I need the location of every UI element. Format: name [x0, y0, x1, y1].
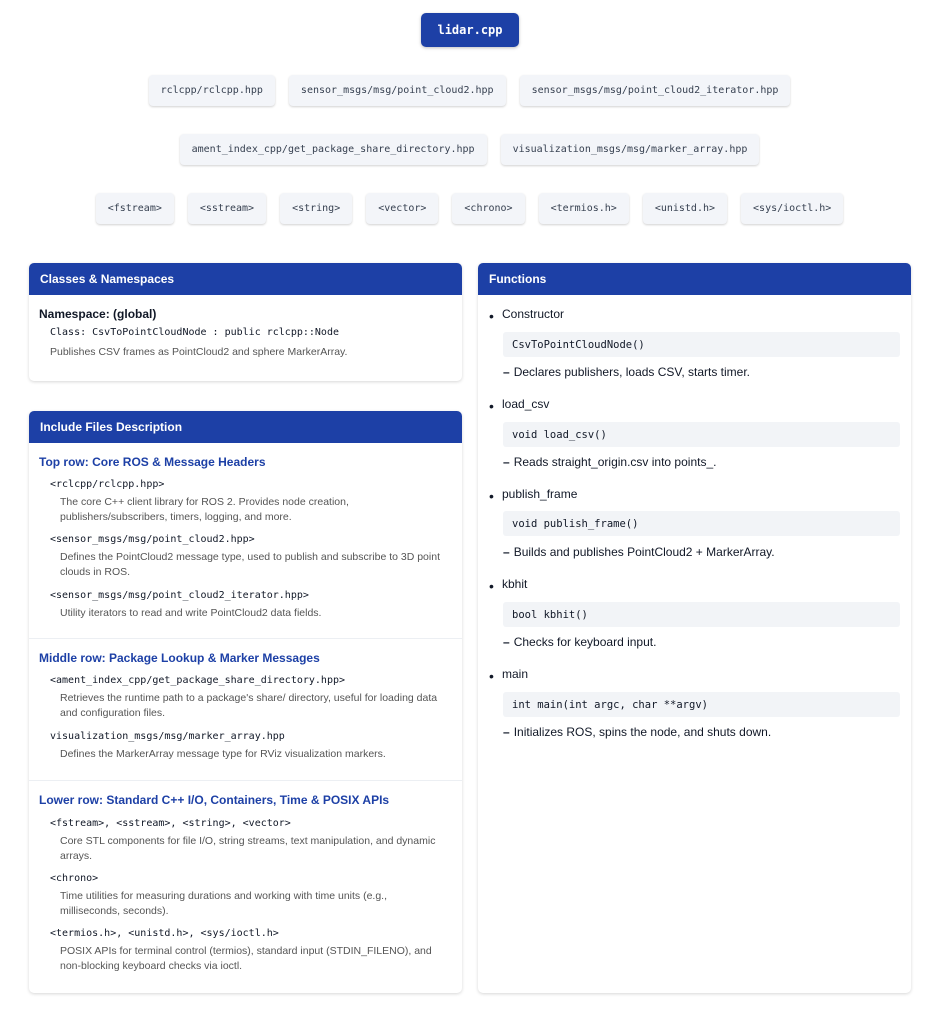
include-name: <sensor_msgs/msg/point_cloud2.hpp> [50, 534, 255, 545]
function-signature[interactable]: int main(int argc, char **argv) [503, 692, 900, 717]
include-pill[interactable]: sensor_msgs/msg/point_cloud2.hpp [288, 75, 506, 106]
section-title: Middle row: Package Lookup & Marker Mess… [39, 651, 320, 665]
include-name: visualization_msgs/msg/marker_array.hpp [50, 731, 285, 742]
include-name: <chrono> [50, 873, 99, 884]
dash-icon: – [503, 455, 510, 469]
function-name: main [502, 667, 529, 681]
include-name: <fstream>, <sstream>, <string>, <vector> [50, 818, 291, 829]
dash-icon: – [503, 725, 510, 739]
dash-icon: – [503, 635, 510, 649]
function-description: – Declares publishers, loads CSV, starts … [503, 365, 750, 379]
include-pill[interactable]: sensor_msgs/msg/point_cloud2_iterator.hp… [519, 75, 791, 106]
include-description: Time utilities for measuring durations a… [60, 890, 387, 917]
includes-panel: Include Files Description Top row: Core … [29, 411, 462, 993]
function-description-text: Initializes ROS, spins the node, and shu… [513, 725, 772, 739]
function-description: – Checks for keyboard input. [503, 635, 656, 649]
function-description: – Reads straight_origin.csv into points_. [503, 455, 716, 469]
include-description: Utility iterators to read and write Poin… [60, 607, 322, 619]
function-description: – Initializes ROS, spins the node, and sh… [503, 725, 771, 739]
bullet-icon: • [489, 668, 494, 684]
functions-panel: Functions • Constructor CsvToPointCloudN… [478, 263, 911, 993]
function-name: load_csv [502, 397, 550, 411]
include-description: The core C++ client library for ROS 2. P… [60, 496, 349, 523]
section-title: Lower row: Standard C++ I/O, Containers,… [39, 793, 390, 807]
function-signature[interactable]: void publish_frame() [503, 511, 900, 536]
dash-icon: – [503, 365, 510, 379]
include-row-middle: ament_index_cpp/get_package_share_direct… [0, 134, 939, 165]
include-name: <sensor_msgs/msg/point_cloud2_iterator.h… [50, 590, 309, 601]
include-name: <termios.h>, <unistd.h>, <sys/ioctl.h> [50, 928, 279, 939]
classes-panel-title: Classes & Namespaces [29, 263, 462, 295]
include-row-lower: <fstream> <sstream> <string> <vector> <c… [0, 193, 939, 224]
include-name: <rclcpp/rclcpp.hpp> [50, 479, 165, 490]
bullet-icon: • [489, 578, 494, 594]
include-pill[interactable]: <sstream> [187, 193, 267, 224]
include-pill[interactable]: visualization_msgs/msg/marker_array.hpp [500, 134, 760, 165]
include-pill[interactable]: rclcpp/rclcpp.hpp [148, 75, 275, 106]
include-section-middle: Middle row: Package Lookup & Marker Mess… [29, 638, 462, 780]
function-description: – Builds and publishes PointCloud2 + Mark… [503, 545, 775, 559]
function-signature[interactable]: void load_csv() [503, 422, 900, 447]
include-description: Defines the MarkerArray message type for… [60, 748, 386, 760]
include-pill[interactable]: ament_index_cpp/get_package_share_direct… [179, 134, 487, 165]
include-pill[interactable]: <vector> [366, 193, 439, 224]
include-description: Retrieves the runtime path to a package'… [60, 692, 438, 719]
function-name: Constructor [502, 307, 565, 321]
function-name: publish_frame [502, 487, 578, 501]
bullet-icon: • [489, 308, 494, 324]
namespace-title: Namespace: (global) [39, 307, 157, 321]
class-description: Publishes CSV frames as PointCloud2 and … [50, 346, 348, 358]
include-pill[interactable]: <string> [280, 193, 353, 224]
bullet-icon: • [489, 488, 494, 504]
file-name-badge[interactable]: lidar.cpp [421, 13, 519, 47]
include-description: Core STL components for file I/O, string… [60, 835, 436, 862]
include-description: POSIX APIs for terminal control (termios… [60, 945, 432, 972]
section-title: Top row: Core ROS & Message Headers [39, 455, 266, 469]
include-section-lower: Lower row: Standard C++ I/O, Containers,… [29, 780, 462, 993]
class-signature: Class: CsvToPointCloudNode : public rclc… [50, 327, 339, 338]
function-description-text: Reads straight_origin.csv into points_. [513, 455, 717, 469]
classes-panel: Classes & Namespaces Namespace: (global)… [29, 263, 462, 381]
function-signature[interactable]: bool kbhit() [503, 602, 900, 627]
function-description-text: Builds and publishes PointCloud2 + Marke… [513, 545, 775, 559]
include-pill[interactable]: <unistd.h> [642, 193, 728, 224]
bullet-icon: • [489, 398, 494, 414]
includes-panel-title: Include Files Description [29, 411, 462, 443]
function-description-text: Declares publishers, loads CSV, starts t… [513, 365, 751, 379]
dash-icon: – [503, 545, 510, 559]
function-signature[interactable]: CsvToPointCloudNode() [503, 332, 900, 357]
function-name: kbhit [502, 577, 528, 591]
include-pill[interactable]: <fstream> [95, 193, 174, 224]
include-row-top: rclcpp/rclcpp.hpp sensor_msgs/msg/point_… [0, 75, 939, 106]
include-pill[interactable]: <chrono> [452, 193, 525, 224]
functions-panel-title: Functions [478, 263, 911, 295]
function-description-text: Checks for keyboard input. [513, 635, 657, 649]
include-section-top: Top row: Core ROS & Message Headers <rcl… [29, 443, 462, 638]
include-name: <ament_index_cpp/get_package_share_direc… [50, 675, 346, 686]
include-description: Defines the PointCloud2 message type, us… [60, 551, 440, 578]
include-pill[interactable]: <termios.h> [538, 193, 629, 224]
include-pill[interactable]: <sys/ioctl.h> [741, 193, 844, 224]
